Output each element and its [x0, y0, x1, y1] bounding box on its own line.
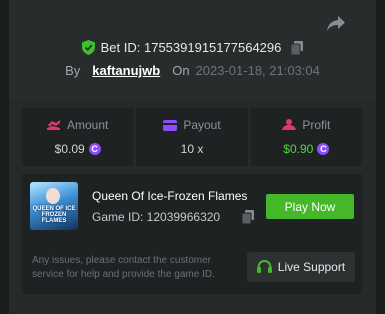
bet-id: Bet ID: 1755391915177564296	[100, 40, 282, 55]
bet-timestamp: 2023-01-18, 21:03:04	[195, 63, 320, 78]
thumbnail-character	[46, 188, 60, 204]
bet-stats: Amount $0.09 C Payout 10 x Profit $0.90 …	[22, 108, 362, 166]
stat-amount: Amount $0.09 C	[22, 108, 134, 166]
copy-bet-id-icon[interactable]	[291, 40, 304, 55]
stat-payout-label-row: Payout	[163, 118, 221, 132]
stat-payout: Payout 10 x	[136, 108, 248, 166]
shield-check-icon	[81, 40, 95, 55]
coin-icon: C	[88, 143, 101, 155]
stat-profit: Profit $0.90 C	[250, 108, 362, 166]
profit-icon	[282, 119, 297, 130]
stat-profit-value: $0.90	[283, 142, 314, 156]
copy-game-id-icon[interactable]	[242, 210, 254, 224]
stat-profit-label-row: Profit	[282, 118, 330, 132]
on-label: On	[172, 63, 190, 78]
amount-icon	[46, 120, 60, 130]
game-title: Queen Of Ice-Frozen Flames	[92, 189, 248, 203]
bet-id-row: Bet ID: 1755391915177564296	[0, 40, 385, 55]
stat-payout-value: 10 x	[180, 142, 204, 156]
stat-payout-value-row: 10 x	[181, 142, 204, 156]
bet-author-row: By kaftanujwb On 2023-01-18, 21:03:04	[0, 63, 385, 78]
game-card: QUEEN OF ICE FROZEN FLAMES Queen Of Ice-…	[22, 174, 362, 294]
thumbnail-title: QUEEN OF ICE FROZEN FLAMES	[32, 206, 76, 224]
payout-icon	[163, 119, 178, 131]
stat-amount-value-row: $0.09 C	[55, 142, 101, 156]
game-thumbnail[interactable]: QUEEN OF ICE FROZEN FLAMES	[30, 182, 78, 230]
stat-amount-value: $0.09	[54, 142, 85, 156]
play-now-button[interactable]: Play Now	[266, 194, 354, 219]
stat-amount-label: Amount	[66, 118, 109, 132]
username-link[interactable]: kaftanujwb	[92, 63, 160, 78]
stat-amount-label-row: Amount	[46, 118, 109, 132]
by-label: By	[65, 63, 81, 78]
coin-icon: C	[317, 143, 330, 155]
game-id: Game ID: 12039966320	[92, 210, 221, 224]
stat-payout-label: Payout	[183, 118, 221, 132]
headset-icon	[256, 260, 272, 273]
live-support-button[interactable]: Live Support	[247, 252, 355, 282]
live-support-label: Live Support	[277, 260, 346, 274]
support-message: Any issues, please contact the customer …	[32, 255, 215, 280]
bet-details-modal: Bet ID: 1755391915177564296 By kaftanujw…	[0, 0, 385, 314]
stat-profit-label: Profit	[302, 118, 331, 132]
stat-profit-value-row: $0.90 C	[283, 142, 330, 156]
share-icon[interactable]	[326, 15, 346, 33]
